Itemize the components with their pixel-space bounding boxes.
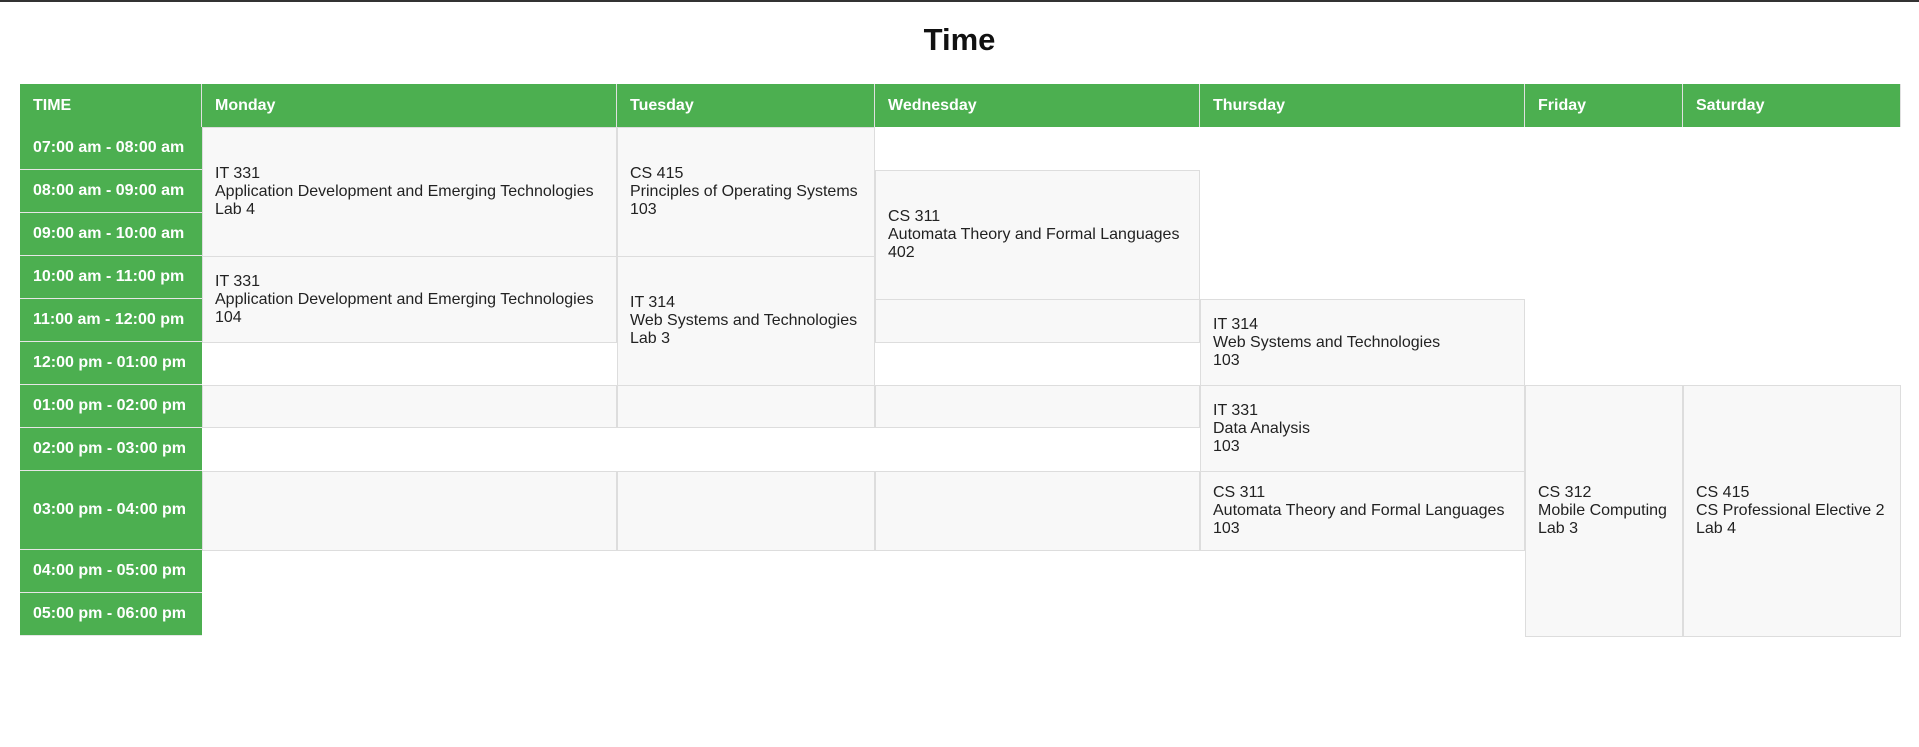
class-code: IT 314 [630, 294, 676, 311]
schedule-table: TIME Monday Tuesday Wednesday Thursday F… [20, 84, 1901, 638]
column-header-tuesday: Tuesday [617, 84, 875, 127]
class-room: Lab 3 [630, 330, 671, 347]
empty-cell [202, 471, 617, 551]
time-slot: 12:00 pm - 01:00 pm [20, 342, 202, 385]
time-slot: 04:00 pm - 05:00 pm [20, 550, 202, 593]
class-code: CS 311 [888, 208, 941, 225]
class-cell: IT 331 Application Development and Emerg… [202, 127, 617, 257]
page-title: Time [923, 22, 996, 57]
class-cell: IT 314 Web Systems and Technologies 103 [1200, 299, 1525, 386]
class-room: 402 [888, 244, 915, 261]
class-title: Application Development and Emerging Tec… [215, 290, 594, 308]
class-cell: CS 415 Principles of Operating Systems 1… [617, 127, 875, 257]
empty-cell [875, 299, 1200, 343]
time-slot: 05:00 pm - 06:00 pm [20, 593, 202, 636]
class-cell: IT 314 Web Systems and Technologies Lab … [617, 256, 875, 386]
class-title: Application Development and Emerging Tec… [215, 183, 594, 200]
class-room: Lab 4 [215, 201, 256, 218]
class-code: IT 331 [215, 165, 261, 182]
column-header-monday: Monday [202, 84, 617, 127]
class-cell: IT 331 Application Development and Emerg… [202, 256, 617, 343]
class-room: Lab 3 [1538, 520, 1579, 537]
class-code: CS 415 [1696, 484, 1750, 501]
empty-cell [875, 385, 1200, 428]
time-slot: 08:00 am - 09:00 am [20, 170, 202, 213]
class-title: Web Systems and Technologies [1213, 333, 1441, 351]
empty-cell [202, 385, 617, 428]
class-room: 103 [1213, 520, 1240, 537]
class-title: CS Professional Elective 2 [1696, 502, 1885, 519]
class-room: 103 [630, 201, 657, 218]
time-slot: 11:00 am - 12:00 pm [20, 299, 202, 342]
class-title: Mobile Computing [1538, 502, 1667, 519]
class-room: Lab 4 [1696, 520, 1737, 537]
class-title: Automata Theory and Formal Languages [888, 226, 1180, 243]
class-code: IT 331 [1213, 401, 1259, 419]
class-cell: CS 415 CS Professional Elective 2 Lab 4 [1683, 385, 1901, 637]
class-cell: IT 331 Data Analysis 103 [1200, 385, 1525, 472]
empty-cell [875, 471, 1200, 551]
empty-cell [617, 385, 875, 428]
class-cell: CS 311 Automata Theory and Formal Langua… [1200, 471, 1525, 551]
class-room: 104 [215, 308, 242, 326]
column-header-wednesday: Wednesday [875, 84, 1200, 127]
column-header-saturday: Saturday [1683, 84, 1901, 127]
class-title: Automata Theory and Formal Languages [1213, 502, 1505, 519]
empty-cell [617, 471, 875, 551]
column-header-thursday: Thursday [1200, 84, 1525, 127]
class-code: CS 312 [1538, 484, 1592, 501]
class-room: 103 [1213, 351, 1240, 369]
class-cell: CS 311 Automata Theory and Formal Langua… [875, 170, 1200, 300]
class-code: IT 314 [1213, 315, 1259, 333]
time-slot: 07:00 am - 08:00 am [20, 127, 202, 170]
class-room: 103 [1213, 437, 1240, 455]
time-slot: 10:00 am - 11:00 pm [20, 256, 202, 299]
time-slot: 03:00 pm - 04:00 pm [20, 471, 202, 550]
class-code: CS 311 [1213, 484, 1266, 501]
column-header-friday: Friday [1525, 84, 1683, 127]
class-title: Principles of Operating Systems [630, 183, 858, 200]
time-slot: 09:00 am - 10:00 am [20, 213, 202, 256]
class-cell: CS 312 Mobile Computing Lab 3 [1525, 385, 1683, 637]
time-slot: 01:00 pm - 02:00 pm [20, 385, 202, 428]
time-slot: 02:00 pm - 03:00 pm [20, 428, 202, 471]
column-header-time: TIME [20, 84, 202, 127]
class-code: IT 331 [215, 272, 261, 290]
class-code: CS 415 [630, 165, 684, 182]
class-title: Data Analysis [1213, 419, 1310, 437]
class-title: Web Systems and Technologies [630, 312, 858, 329]
